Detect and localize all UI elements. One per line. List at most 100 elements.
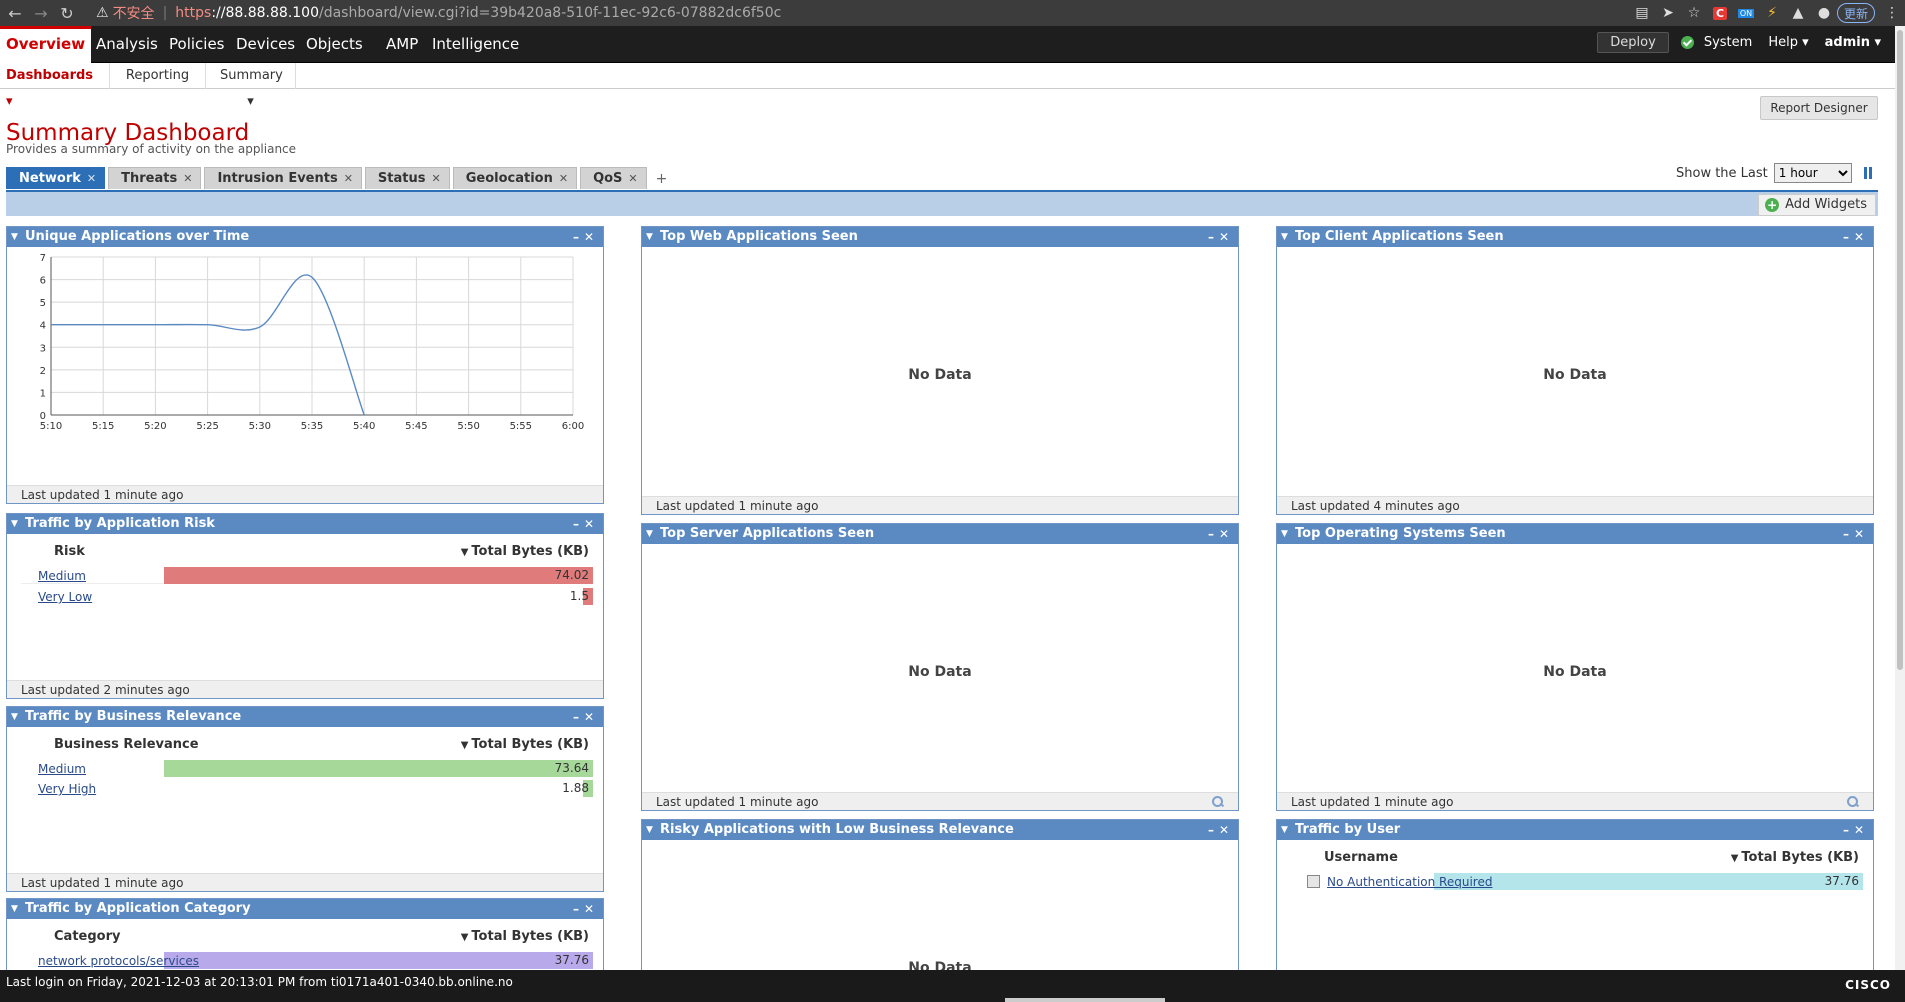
column-header-total-bytes[interactable]: ▼ Total Bytes (KB) — [461, 929, 589, 944]
chevron-down-icon[interactable]: ▼ — [11, 227, 18, 247]
widget-controls[interactable]: –✕ — [1208, 820, 1234, 840]
column-header-risk[interactable]: Risk — [54, 544, 85, 559]
tab-intelligence[interactable]: Intelligence — [432, 26, 519, 63]
column-header-business-relevance[interactable]: Business Relevance — [54, 737, 199, 752]
dash-tab-geolocation[interactable]: Geolocation ✕ — [452, 167, 578, 189]
extension-c-icon[interactable]: C — [1707, 2, 1733, 24]
risk-very-low-link[interactable]: Very Low — [38, 590, 92, 604]
widget-header: ▼ Top Server Applications Seen –✕ — [642, 524, 1238, 544]
bar-row-container: 74.02 — [164, 567, 593, 584]
risk-medium-link[interactable]: Medium — [38, 569, 86, 583]
widget-footer: Last updated 1 minute ago — [642, 792, 1238, 810]
bar-value: 37.76 — [554, 953, 589, 967]
url-path: /dashboard/view.cgi?id=39b420a8-510f-11e… — [319, 5, 782, 21]
user-link[interactable]: No Authentication Required — [1327, 875, 1492, 889]
widget-controls[interactable]: –✕ — [1208, 524, 1234, 544]
system-status-icon — [1680, 36, 1694, 49]
subtab-reporting[interactable]: Reporting — [110, 63, 206, 89]
puzzle-icon[interactable]: ▲ — [1785, 2, 1811, 24]
tab-amp[interactable]: AMP — [386, 26, 418, 63]
forward-icon[interactable]: → — [30, 2, 52, 24]
deploy-button[interactable]: Deploy — [1597, 32, 1669, 53]
back-icon[interactable]: ← — [4, 2, 26, 24]
horizontal-scrollbar[interactable] — [1005, 998, 1165, 1002]
tab-analysis[interactable]: Analysis — [96, 26, 158, 63]
dash-tab-threats[interactable]: Threats ✕ — [108, 167, 202, 189]
widget-controls[interactable]: –✕ — [573, 227, 599, 247]
scrollbar-thumb[interactable] — [1897, 30, 1903, 670]
menu-icon[interactable]: ⋮ — [1879, 2, 1905, 24]
help-menu[interactable]: Help ▾ — [1768, 35, 1808, 50]
address-bar[interactable]: ⚠ 不安全 | https://88.88.88.100/dashboard/v… — [96, 3, 781, 23]
column-header-total-bytes[interactable]: ▼ Total Bytes (KB) — [461, 544, 589, 559]
widget-controls[interactable]: –✕ — [573, 899, 599, 919]
bar-row-container: 1.5 — [164, 588, 593, 605]
widget-controls[interactable]: –✕ — [573, 514, 599, 534]
dash-tab-qos[interactable]: QoS ✕ — [580, 167, 647, 189]
widget-controls[interactable]: –✕ — [573, 707, 599, 727]
bar-value: 1.88 — [562, 781, 589, 795]
widget-top-client-apps: ▼ Top Client Applications Seen –✕ No Data … — [1276, 226, 1874, 515]
tab-policies[interactable]: Policies — [169, 26, 224, 63]
send-icon[interactable]: ➤ — [1655, 2, 1681, 24]
close-icon[interactable]: ✕ — [87, 172, 96, 185]
widget-controls[interactable]: –✕ — [1843, 227, 1869, 247]
sort-desc-icon: ▼ — [460, 932, 469, 943]
relevance-medium-link[interactable]: Medium — [38, 762, 86, 776]
category-link[interactable]: network protocols/services — [38, 954, 199, 968]
widget-controls[interactable]: –✕ — [1843, 820, 1869, 840]
add-tab-icon[interactable]: + — [656, 167, 668, 189]
dash-tab-intrusion-events[interactable]: Intrusion Events ✕ — [204, 167, 362, 189]
dash-tab-network[interactable]: Network ✕ — [6, 167, 106, 189]
tab-overview[interactable]: Overview — [0, 26, 92, 63]
chevron-down-icon[interactable]: ▼ — [646, 227, 653, 247]
add-widgets-button[interactable]: + Add Widgets — [1758, 194, 1876, 216]
chevron-down-icon[interactable]: ▼ — [646, 820, 653, 840]
chevron-down-icon[interactable]: ▼ — [11, 899, 18, 919]
close-icon[interactable]: ✕ — [431, 172, 440, 185]
magnifier-icon[interactable] — [1847, 796, 1859, 808]
widget-footer-text: Last updated 1 minute ago — [656, 795, 819, 809]
translate-icon[interactable]: ▤ — [1629, 2, 1655, 24]
widget-top-os: ▼ Top Operating Systems Seen –✕ No Data La… — [1276, 523, 1874, 811]
dash-tab-label: Status — [377, 171, 426, 186]
column-header-total-bytes[interactable]: ▼ Total Bytes (KB) — [461, 737, 589, 752]
magnifier-icon[interactable] — [1212, 796, 1224, 808]
close-icon[interactable]: ✕ — [628, 172, 637, 185]
close-icon[interactable]: ✕ — [344, 172, 353, 185]
column-header-label: Total Bytes (KB) — [1741, 850, 1859, 865]
chevron-down-icon[interactable]: ▼ — [11, 707, 18, 727]
chevron-down-icon[interactable]: ▼ — [1281, 524, 1288, 544]
admin-menu[interactable]: admin ▾ — [1825, 35, 1881, 50]
widget-title: Top Operating Systems Seen — [1295, 526, 1506, 541]
chevron-down-icon[interactable]: ▼ — [1281, 820, 1288, 840]
relevance-very-high-link[interactable]: Very High — [38, 782, 96, 796]
report-designer-button[interactable]: Report Designer — [1760, 96, 1878, 120]
tab-devices[interactable]: Devices — [236, 26, 295, 63]
reload-icon[interactable]: ↻ — [56, 2, 78, 24]
column-header-category[interactable]: Category — [54, 929, 120, 944]
chevron-down-icon[interactable]: ▼ — [11, 514, 18, 534]
warning-icon: ⚠ — [96, 5, 109, 21]
extension-on-icon[interactable]: ON — [1733, 2, 1759, 24]
bar-value: 1.5 — [569, 589, 589, 603]
subtab-dashboards[interactable]: Dashboards ▾ — [0, 63, 110, 109]
chevron-down-icon[interactable]: ▼ — [1281, 227, 1288, 247]
time-range-select[interactable]: 1 hour — [1773, 163, 1852, 183]
pause-icon[interactable] — [1862, 167, 1874, 179]
widget-controls[interactable]: –✕ — [1843, 524, 1869, 544]
close-icon[interactable]: ✕ — [183, 172, 192, 185]
profile-icon[interactable]: ● — [1811, 2, 1837, 24]
chevron-down-icon[interactable]: ▼ — [646, 524, 653, 544]
close-icon[interactable]: ✕ — [559, 172, 568, 185]
widget-controls[interactable]: –✕ — [1208, 227, 1234, 247]
tab-objects[interactable]: Objects — [306, 26, 363, 63]
bolt-icon[interactable]: ⚡ — [1759, 2, 1785, 24]
column-header-total-bytes[interactable]: ▼ Total Bytes (KB) — [1731, 850, 1859, 865]
star-icon[interactable]: ☆ — [1681, 2, 1707, 24]
system-menu[interactable]: System — [1704, 35, 1752, 50]
update-button[interactable]: 更新 — [1836, 3, 1875, 23]
column-header-username[interactable]: Username — [1324, 850, 1398, 865]
dash-tab-status[interactable]: Status ✕ — [364, 167, 450, 189]
subtab-summary[interactable]: Summary ▾ — [206, 63, 296, 109]
